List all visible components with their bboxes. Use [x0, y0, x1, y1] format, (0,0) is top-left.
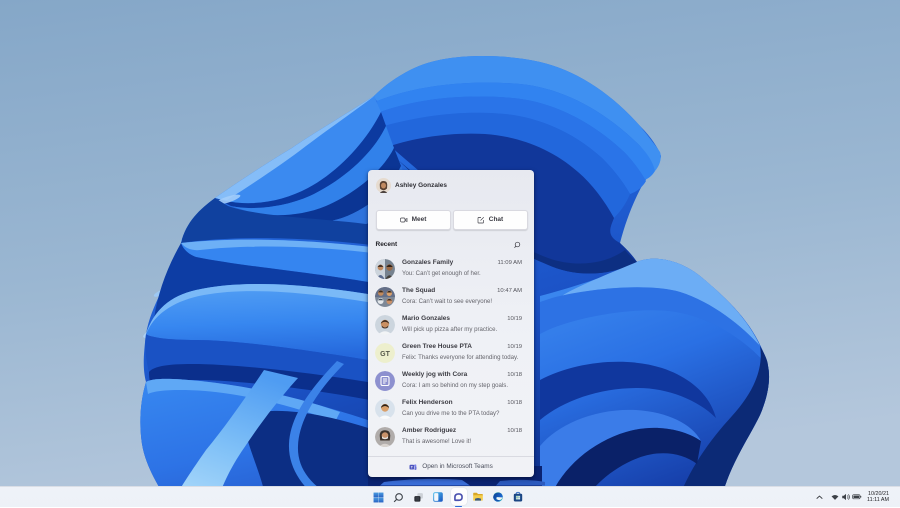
svg-text:GT: GT [380, 351, 390, 358]
